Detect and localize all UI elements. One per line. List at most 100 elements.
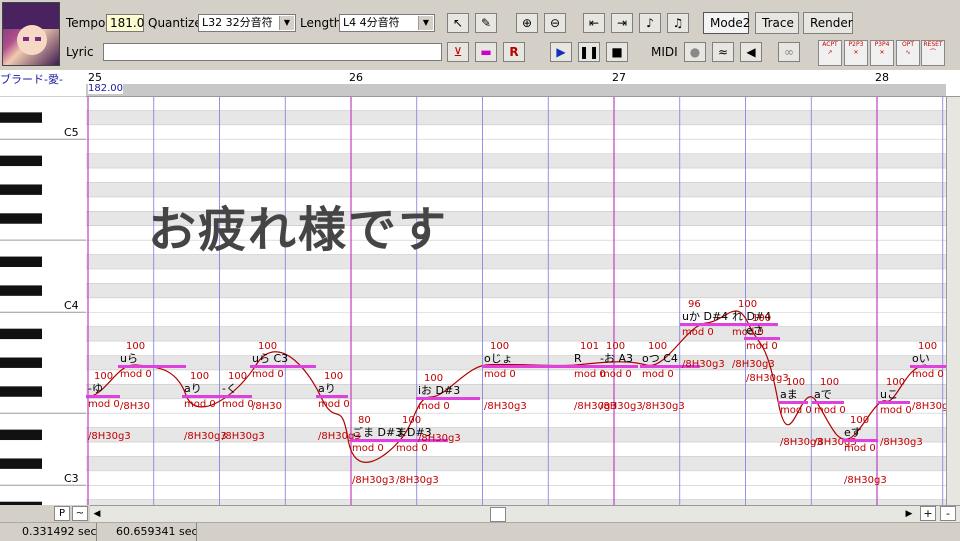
note-bar[interactable] (482, 365, 572, 368)
insert-rest-icon[interactable]: ⊻ (447, 42, 469, 62)
note-lyric[interactable]: uか D#4 (682, 310, 728, 323)
note-lyric[interactable]: aで (814, 388, 832, 401)
black-key[interactable] (0, 213, 42, 224)
p-button[interactable]: P (54, 506, 70, 521)
piano-roll-grid[interactable]: 100 -ゆ mod 0/8H30g3 100 uら mod 0/8H30 100 aり mod… (86, 97, 946, 505)
lyric-input[interactable] (103, 43, 442, 61)
horizontal-scrollbar[interactable]: ◀ ▶ + - (90, 505, 960, 522)
black-key[interactable] (0, 386, 42, 397)
note-lyric[interactable]: eす (844, 426, 862, 439)
scroll-thumb[interactable] (490, 507, 506, 522)
note-bar[interactable] (812, 401, 844, 404)
black-key[interactable] (0, 357, 42, 368)
insert-note-icon[interactable]: ▬ (475, 42, 497, 62)
note-lyric[interactable]: R (574, 352, 582, 365)
trace-button[interactable]: Trace (755, 12, 799, 34)
pencil-icon[interactable]: ✎ (475, 13, 497, 33)
next-note-icon[interactable]: ♫ (667, 13, 689, 33)
note-lyric[interactable]: aり (184, 382, 202, 395)
render-button[interactable]: Render (803, 12, 853, 34)
grid-row (86, 326, 946, 342)
note-bar[interactable] (910, 365, 946, 368)
vertical-scrollbar[interactable] (946, 97, 960, 505)
p3p4-button[interactable]: P3P4 ✕ (870, 40, 894, 66)
note-lyric[interactable]: aま (780, 388, 798, 401)
reset-button[interactable]: RESET ⌒ (921, 40, 945, 66)
note-bar[interactable] (350, 439, 394, 442)
p2p3-button[interactable]: P2P3 ✕ (844, 40, 868, 66)
tilde-button[interactable]: ~ (72, 506, 88, 521)
midi-record-icon[interactable]: ● (684, 42, 706, 62)
tempo-input[interactable]: 181.0 (106, 14, 144, 32)
black-key[interactable] (0, 429, 42, 441)
acpt-button[interactable]: ACPT ↗ (818, 40, 842, 66)
speaker-icon[interactable]: ◀ (740, 42, 762, 62)
black-key[interactable] (0, 285, 42, 296)
note-bar[interactable] (182, 395, 220, 398)
note-lyric[interactable]: oじょ (484, 352, 513, 365)
note-bar[interactable] (118, 365, 186, 368)
black-key[interactable] (0, 184, 42, 195)
midi-wave-icon[interactable]: ≈ (712, 42, 734, 62)
black-key[interactable] (0, 112, 42, 123)
note-bar[interactable] (220, 395, 252, 398)
pause-icon[interactable]: ❚❚ (578, 42, 600, 62)
black-key[interactable] (0, 256, 42, 267)
chevron-down-icon: ▼ (279, 16, 294, 30)
black-key[interactable] (0, 458, 42, 469)
insert-r-icon[interactable]: R (503, 42, 525, 62)
note-lyric[interactable]: iお D#3 (418, 384, 460, 397)
note-bar[interactable] (572, 365, 600, 368)
note-velocity: 100 (752, 313, 771, 324)
tempo-band: 182.00 (86, 83, 946, 96)
piano-keyboard[interactable]: C5 C4 C3 (0, 97, 87, 505)
opt-button[interactable]: OPT ∿ (896, 40, 920, 66)
note-lyric[interactable]: oつ C4 (642, 352, 678, 365)
note-bar[interactable] (598, 365, 638, 368)
note-bar[interactable] (86, 395, 120, 398)
zoom-minus-button[interactable]: - (940, 506, 956, 521)
quantize-select[interactable]: L32 32分音符 ▼ (198, 14, 296, 32)
note-lyric[interactable]: uら (120, 352, 138, 365)
note-lyric[interactable]: uら C3 (252, 352, 288, 365)
black-key[interactable] (0, 501, 42, 505)
grid-row (86, 485, 946, 500)
note-lyric[interactable]: uこ (880, 388, 898, 401)
scroll-right-icon[interactable]: ▶ (902, 507, 916, 521)
note-lyric[interactable]: ごま D#3 (352, 425, 402, 439)
prev-note-icon[interactable]: ♪ (639, 13, 661, 33)
note-bar[interactable] (316, 395, 348, 398)
loop-icon[interactable]: ∞ (778, 42, 800, 62)
scroll-left-icon[interactable]: ◀ (90, 507, 104, 521)
zoom-in-icon[interactable]: ⊕ (516, 13, 538, 33)
length-select[interactable]: L4 4分音符 ▼ (339, 14, 435, 32)
note-bar[interactable] (250, 365, 316, 368)
play-icon[interactable]: ▶ (550, 42, 572, 62)
note-lyric[interactable]: -お A3 (600, 352, 633, 365)
note-bar[interactable] (778, 401, 808, 404)
note-bar[interactable] (416, 397, 480, 400)
note-velocity: 100 (402, 415, 421, 426)
note-lyric[interactable]: -く (222, 382, 237, 395)
go-end-icon[interactable]: ⇥ (611, 13, 633, 33)
zoom-out-icon[interactable]: ⊖ (544, 13, 566, 33)
zoom-plus-button[interactable]: + (920, 506, 936, 521)
note-bar[interactable] (842, 439, 878, 442)
note-lyric[interactable]: eさ (746, 324, 764, 337)
black-key[interactable] (0, 328, 42, 340)
note-velocity: 100 (886, 377, 905, 388)
start-tempo: 182.00 (88, 83, 123, 94)
note-lyric[interactable]: -ゆ (88, 382, 103, 395)
black-key[interactable] (0, 155, 42, 167)
note-bar[interactable] (680, 323, 730, 326)
note-mod: mod 0 (418, 401, 450, 412)
mode2-button[interactable]: Mode2 (703, 12, 750, 34)
note-bar[interactable] (744, 337, 780, 340)
note-lyric[interactable]: oい (912, 352, 930, 365)
stop-icon[interactable]: ■ (606, 42, 628, 62)
go-start-icon[interactable]: ⇤ (583, 13, 605, 33)
pointer-icon[interactable]: ↖ (447, 13, 469, 33)
note-lyric[interactable]: aり (318, 382, 336, 395)
singer-avatar[interactable] (2, 2, 60, 66)
note-bar[interactable] (878, 401, 910, 404)
